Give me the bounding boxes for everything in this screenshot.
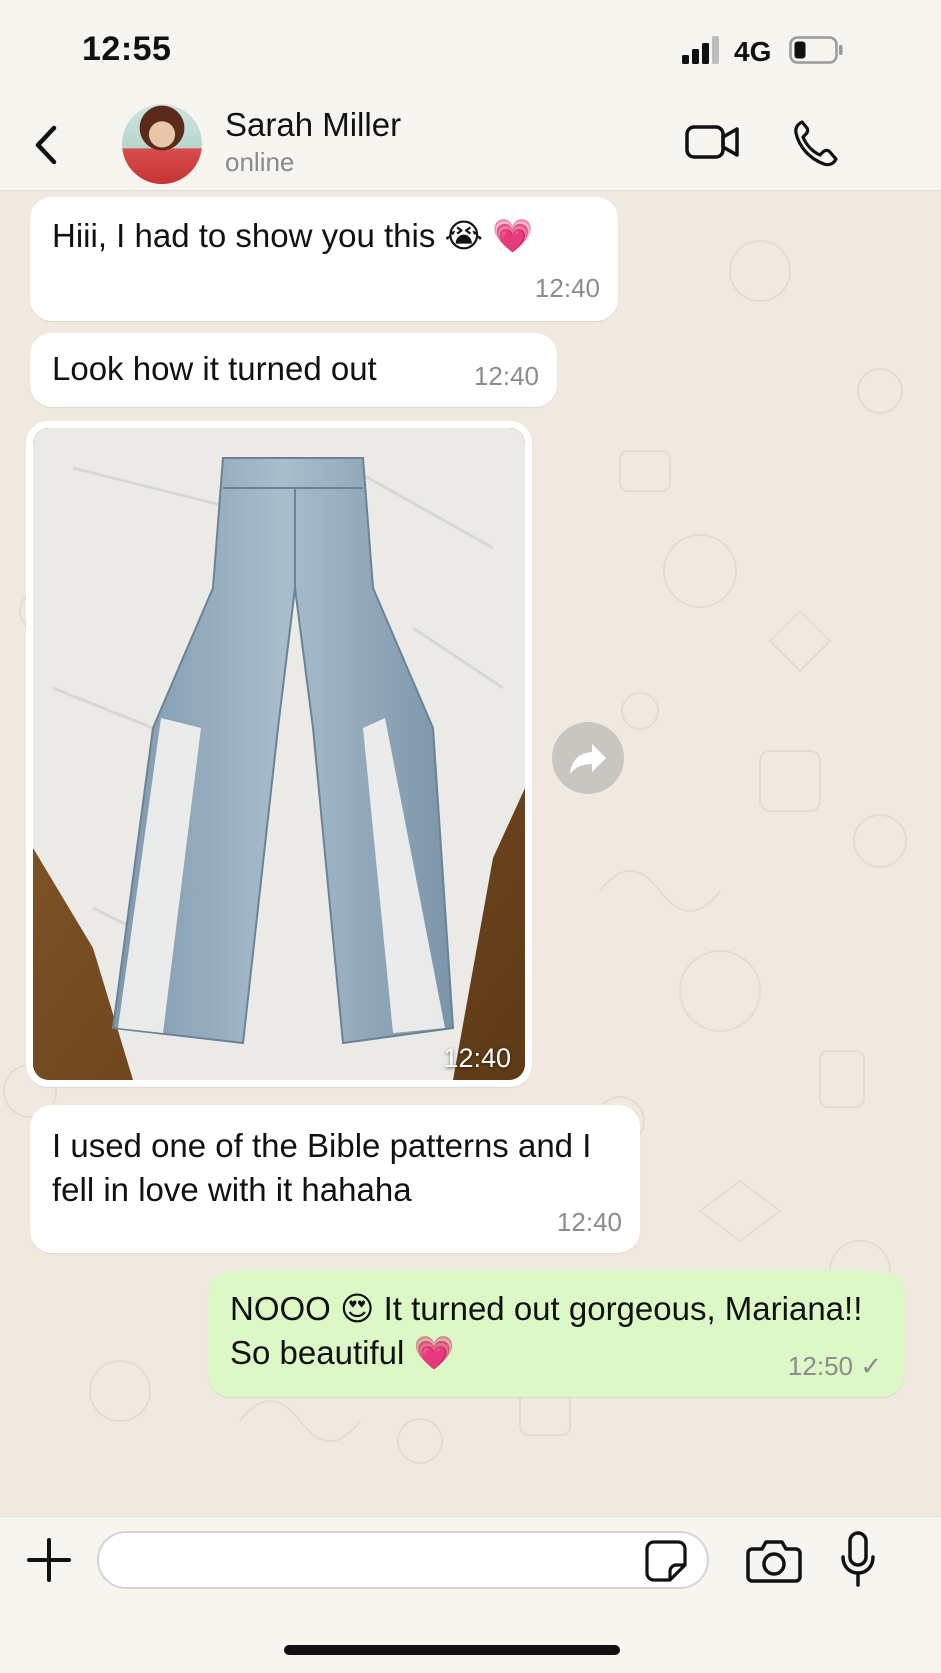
message-text-line-1: I used one of the Bible patterns and I: [52, 1127, 592, 1164]
forward-button[interactable]: [552, 722, 624, 794]
home-indicator: [284, 1645, 620, 1655]
forward-arrow-icon: [570, 744, 606, 774]
incoming-message[interactable]: Look how it turned out 12:40: [30, 333, 557, 407]
back-button[interactable]: [30, 122, 66, 168]
signal-bars-icon: [682, 36, 719, 64]
contact-status: online: [225, 147, 295, 177]
status-time: 12:55: [82, 30, 172, 68]
incoming-message[interactable]: I used one of the Bible patterns and I f…: [30, 1105, 640, 1253]
chat-header: Sarah Miller online: [0, 100, 941, 191]
voice-call-button[interactable]: [792, 118, 838, 168]
video-call-button[interactable]: [684, 120, 740, 164]
microphone-button[interactable]: [840, 1531, 876, 1587]
incoming-message[interactable]: Hiii, I had to show you this 😭 💗 12:40: [30, 197, 618, 321]
message-text: Hiii, I had to show you this 😭 💗: [52, 217, 534, 254]
sticker-button[interactable]: [644, 1539, 688, 1583]
message-time: 12:40: [556, 1207, 622, 1237]
message-time: 12:40: [473, 361, 539, 391]
message-text-line-2: So beautiful 💗: [230, 1334, 455, 1371]
message-text-line-2: fell in love with it hahaha: [52, 1171, 412, 1208]
message-text: Look how it turned out: [52, 350, 377, 387]
contact-name[interactable]: Sarah Miller: [225, 106, 401, 144]
photo-time: 12:40: [443, 1043, 511, 1073]
incoming-photo-message[interactable]: 12:40: [26, 421, 532, 1087]
outgoing-message[interactable]: NOOO 😍 It turned out gorgeous, Mariana!!…: [208, 1271, 904, 1397]
avatar[interactable]: [122, 104, 202, 184]
network-type: 4G: [734, 36, 772, 67]
message-time: 12:40: [534, 273, 600, 303]
message-text-line-1: NOOO 😍 It turned out gorgeous, Mariana!!: [230, 1290, 863, 1327]
status-bar: 12:55 4G: [0, 0, 941, 100]
chat-area[interactable]: Hiii, I had to show you this 😭 💗 12:40 L…: [0, 191, 941, 1516]
message-time: 12:50 ✓: [787, 1351, 882, 1381]
jeans-photo-image: [33, 428, 525, 1080]
message-input[interactable]: [97, 1531, 709, 1589]
add-attachment-button[interactable]: [26, 1537, 72, 1583]
composer-bar: [0, 1516, 941, 1673]
battery-low-icon: [789, 36, 843, 64]
photo[interactable]: 12:40: [33, 428, 525, 1080]
camera-button[interactable]: [746, 1535, 802, 1585]
